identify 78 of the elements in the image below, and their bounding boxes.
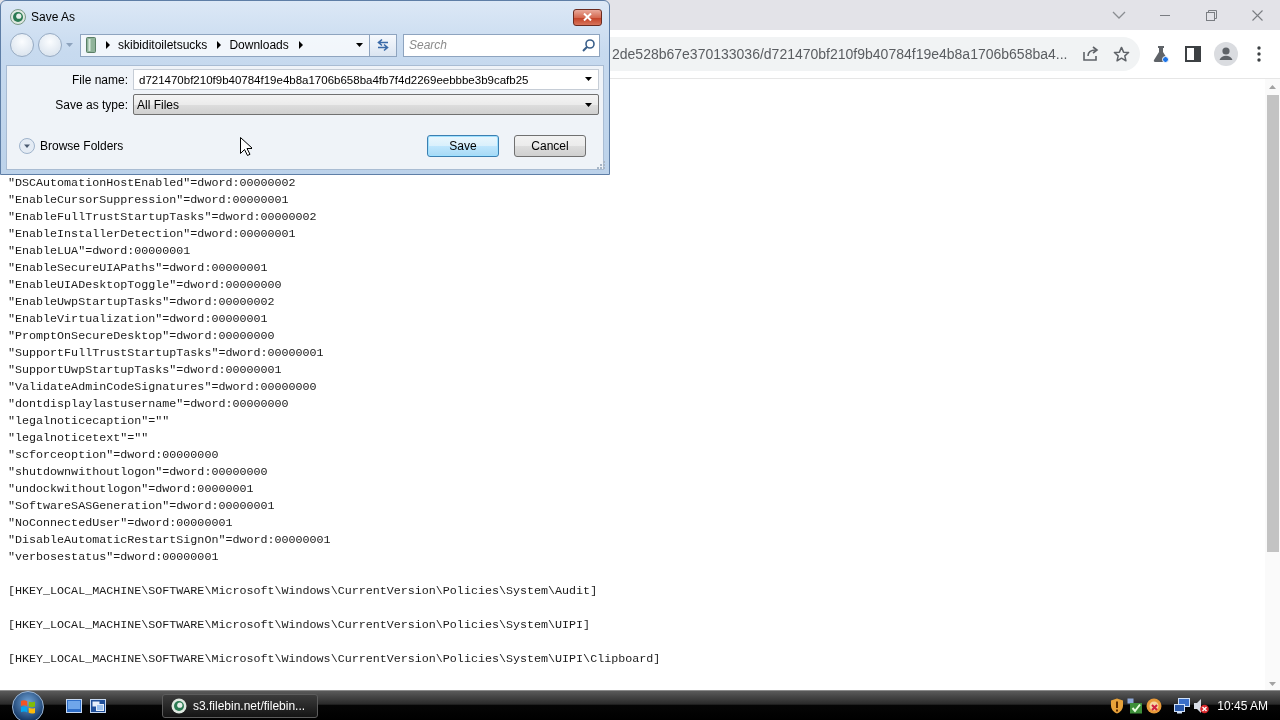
field-label: File name: bbox=[71, 72, 128, 87]
registry-value-line: "EnableFullTrustStartupTasks"=dword:00000002 bbox=[8, 209, 317, 226]
app-icon bbox=[171, 697, 187, 714]
registry-value-line: "DSCAutomationHostEnabled"=dword:00000002 bbox=[8, 175, 296, 192]
breadcrumb-item[interactable]: skibiditoiletsucks bbox=[118, 38, 208, 52]
warning-shield-icon[interactable] bbox=[1110, 697, 1125, 714]
search-icon[interactable] bbox=[582, 38, 595, 52]
registry-value-line: "undockwithoutlogon"=dword:00000001 bbox=[8, 481, 254, 498]
registry-value-line: "ValidateAdminCodeSignatures"=dword:00000000 bbox=[8, 379, 317, 396]
avatar-icon[interactable] bbox=[1214, 42, 1238, 66]
restore-icon[interactable] bbox=[1205, 9, 1217, 21]
registry-key-line: [HKEY_LOCAL_MACHINE\SOFTWARE\Microsoft\Windows\CurrentVersion\Policies\System\Audit] bbox=[8, 583, 598, 600]
app-icon bbox=[10, 9, 26, 25]
registry-value-line: "SoftwareSASGeneration"=dword:00000001 bbox=[8, 498, 275, 515]
minimize-icon[interactable] bbox=[1160, 14, 1170, 16]
registry-value-line: "legalnoticetext"="" bbox=[8, 430, 149, 447]
scrollbar-thumb[interactable] bbox=[1266, 95, 1279, 552]
registry-value-line: "EnableVirtualization"=dword:00000001 bbox=[8, 311, 268, 328]
close-button[interactable] bbox=[573, 8, 602, 26]
close-icon bbox=[583, 13, 592, 21]
clock[interactable]: 10:45 AM bbox=[1217, 698, 1268, 713]
refresh-button[interactable] bbox=[370, 33, 397, 57]
registry-value-line: "EnableCursorSuppression"=dword:00000001 bbox=[8, 192, 289, 209]
share-icon[interactable] bbox=[1081, 46, 1099, 62]
switch-windows-icon[interactable] bbox=[90, 698, 106, 713]
registry-value-line: "legalnoticecaption"="" bbox=[8, 413, 170, 430]
registry-value-line: "NoConnectedUser"=dword:00000001 bbox=[8, 515, 233, 532]
close-icon[interactable] bbox=[1251, 9, 1263, 21]
network-icon[interactable] bbox=[1174, 697, 1191, 714]
search-field[interactable]: Search bbox=[403, 33, 600, 57]
save-button[interactable]: Save bbox=[427, 135, 499, 157]
error-circle-icon[interactable] bbox=[1146, 697, 1163, 714]
registry-value-line: "DisableAutomaticRestartSignOn"=dword:00000001 bbox=[8, 532, 331, 549]
expand-icon bbox=[19, 138, 35, 154]
breadcrumb-arrow-icon[interactable] bbox=[106, 41, 110, 49]
registry-value-line: "scforceoption"=dword:00000000 bbox=[8, 447, 219, 464]
registry-value-line: "EnableSecureUIAPaths"=dword:00000001 bbox=[8, 260, 268, 277]
browse-folders-toggle[interactable]: Browse Folders bbox=[19, 138, 124, 154]
cancel-button[interactable]: Cancel bbox=[514, 135, 586, 157]
dialog-title: Save As bbox=[31, 10, 76, 24]
breadcrumb-arrow-icon[interactable] bbox=[298, 41, 303, 49]
caret-icon[interactable] bbox=[356, 43, 363, 47]
registry-value-line: "verbosestatus"=dword:00000001 bbox=[8, 549, 219, 566]
registry-value-line: "EnableInstallerDetection"=dword:00000001 bbox=[8, 226, 296, 243]
folder-icon bbox=[86, 37, 96, 53]
file-name-combo-box[interactable]: d721470bf210f9b40784f19e4b8a1706b658ba4fb7f4d2269eebbbe3b9cafb25 bbox=[133, 69, 599, 90]
scrollbar[interactable] bbox=[1265, 79, 1280, 690]
registry-value-line: "shutdownwithoutlogon"=dword:00000000 bbox=[8, 464, 268, 481]
chevron-down-icon[interactable] bbox=[1112, 11, 1126, 19]
breadcrumb-item[interactable]: Downloads bbox=[229, 38, 289, 52]
registry-value-line: "EnableUwpStartupTasks"=dword:00000002 bbox=[8, 294, 275, 311]
registry-value-line: "SupportUwpStartupTasks"=dword:00000001 bbox=[8, 362, 282, 379]
registry-key-line: [HKEY_LOCAL_MACHINE\SOFTWARE\Microsoft\Windows\CurrentVersion\Policies\System\UIPI\Clipboard] bbox=[8, 651, 661, 668]
side-panel-icon[interactable] bbox=[1185, 46, 1201, 62]
speaker-muted-icon[interactable] bbox=[1193, 697, 1210, 714]
mouse-pointer-icon bbox=[240, 137, 252, 156]
refresh-arrows-icon bbox=[376, 38, 390, 52]
resize-grip-icon[interactable] bbox=[597, 161, 605, 169]
kebab-menu-icon[interactable] bbox=[1257, 46, 1261, 62]
bookmark-star-icon[interactable] bbox=[1113, 45, 1130, 63]
caret-icon[interactable] bbox=[585, 77, 592, 81]
registry-value-line: "dontdisplaylastusername"=dword:00000000 bbox=[8, 396, 289, 413]
check-icon[interactable] bbox=[1127, 697, 1144, 714]
field-label: Save as type: bbox=[55, 97, 128, 112]
registry-value-line: "PromptOnSecureDesktop"=dword:00000000 bbox=[8, 328, 275, 345]
registry-value-line: "EnableLUA"=dword:00000001 bbox=[8, 243, 191, 260]
start-button[interactable] bbox=[12, 691, 44, 720]
breadcrumb-arrow-icon[interactable] bbox=[217, 41, 222, 49]
show-desktop-icon[interactable] bbox=[66, 698, 82, 713]
registry-value-line: "SupportFullTrustStartupTasks"=dword:00000001 bbox=[8, 345, 324, 362]
caret-icon bbox=[585, 102, 592, 107]
file-type-dropdown[interactable]: All Files bbox=[133, 94, 599, 115]
registry-value-line: "EnableUIADesktopToggle"=dword:00000000 bbox=[8, 277, 282, 294]
registry-key-line: [HKEY_LOCAL_MACHINE\SOFTWARE\Microsoft\Windows\CurrentVersion\Policies\System\UIPI] bbox=[8, 617, 591, 634]
taskbar-button[interactable]: s3.filebin.net/filebin... bbox=[162, 693, 318, 718]
folder-path-bar[interactable]: skibiditoiletsucks Downloads bbox=[80, 33, 370, 57]
address-bar[interactable]: 2de528b67e370133036/d721470bf210f9b40784f19e4b8a1706b658ba4... bbox=[610, 37, 1140, 71]
flask-icon[interactable] bbox=[1153, 45, 1169, 63]
